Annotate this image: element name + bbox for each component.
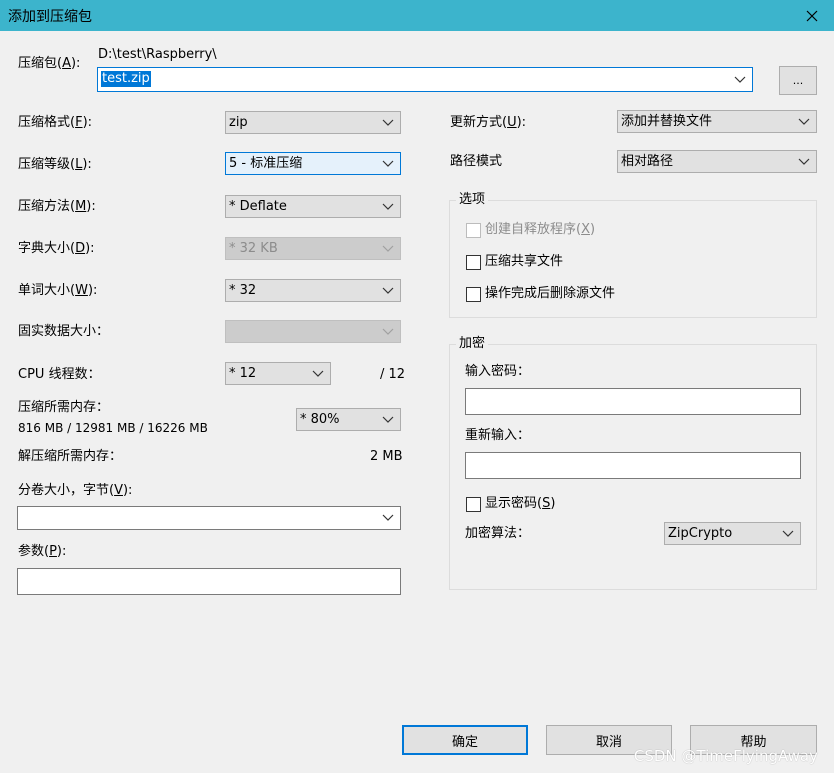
update-select[interactable]: 添加并替换文件 [617,110,817,133]
word-label: 单词大小(W): [18,283,98,298]
options-title: 选项 [456,192,489,208]
chevron-down-icon [798,158,810,165]
solid-label: 固实数据大小： [18,324,110,339]
password-label: 输入密码： [465,364,531,379]
sfx-label: 创建自释放程序(X) [485,222,596,237]
format-label: 压缩格式(F): [18,115,93,130]
format-value: zip [229,115,248,130]
chevron-down-icon [382,160,394,167]
volume-combo[interactable] [17,506,401,530]
chevron-down-icon [782,530,794,537]
dict-select: * 32 KB [225,237,401,260]
archive-label: 压缩包(A): [18,56,81,71]
decomp-value: 2 MB [370,449,403,464]
browse-label: ... [792,74,804,87]
browse-button[interactable]: ... [779,66,817,95]
chevron-down-icon [734,76,746,83]
chevron-down-icon [312,370,324,377]
level-select[interactable]: 5 - 标准压缩 [225,152,401,175]
level-label: 压缩等级(L): [18,157,92,172]
ok-button[interactable]: 确定 [402,725,528,755]
method-label: 压缩方法(M): [18,199,96,214]
encrypt-title: 加密 [456,336,489,352]
update-value: 添加并替换文件 [621,114,713,129]
encrypt-method-label: 加密算法： [465,526,531,541]
word-select[interactable]: * 32 [225,279,401,302]
chevron-down-icon [382,514,394,521]
threads-max: / 12 [380,367,406,382]
params-input[interactable] [17,568,401,595]
sfx-checkbox [466,223,481,238]
mem-value: * 80% [300,412,340,427]
mem-select[interactable]: * 80% [296,408,401,431]
mem-label: 压缩所需内存： [18,400,110,415]
password-input[interactable] [465,388,801,415]
title-bar: 添加到压缩包 [0,0,834,31]
close-icon [806,10,818,21]
update-label: 更新方式(U): [450,115,527,130]
ok-label: 确定 [451,734,478,750]
delete-label: 操作完成后删除源文件 [485,286,616,301]
archive-name-combo[interactable]: test.zip [97,67,753,92]
method-value: * Deflate [229,199,287,214]
threads-label: CPU 线程数： [18,367,101,382]
chevron-down-icon [382,287,394,294]
cancel-label: 取消 [595,734,622,750]
chevron-down-icon [382,119,394,126]
params-label: 参数(P): [18,544,67,559]
watermark: CSDN @TimeFlyingAway [633,747,818,765]
word-value: * 32 [229,283,257,298]
chevron-down-icon [382,416,394,423]
show-password-checkbox[interactable] [466,497,481,512]
delete-checkbox[interactable] [466,287,481,302]
chevron-down-icon [382,245,394,252]
pathmode-value: 相对路径 [621,154,674,169]
shared-checkbox[interactable] [466,255,481,270]
shared-label: 压缩共享文件 [485,254,564,269]
pathmode-label: 路径模式 [450,154,503,169]
encrypt-method-select[interactable]: ZipCrypto [664,522,801,545]
decomp-label: 解压缩所需内存： [18,449,123,464]
dict-value: * 32 KB [229,241,278,256]
archive-path: D:\test\Raspberry\ [98,47,217,62]
chevron-down-icon [382,203,394,210]
threads-select[interactable]: * 12 [225,362,331,385]
chevron-down-icon [382,328,394,335]
mem-detail: 816 MB / 12981 MB / 16226 MB [18,421,208,435]
encrypt-method-value: ZipCrypto [668,526,733,541]
dict-label: 字典大小(D): [18,241,95,256]
format-select[interactable]: zip [225,111,401,134]
solid-select [225,320,401,343]
password-confirm-input[interactable] [465,452,801,479]
method-select[interactable]: * Deflate [225,195,401,218]
window-title: 添加到压缩包 [8,9,92,25]
pathmode-select[interactable]: 相对路径 [617,150,817,173]
password-confirm-label: 重新输入： [465,428,531,443]
show-password-label: 显示密码(S) [485,496,556,511]
archive-name-value: test.zip [101,71,151,87]
threads-value: * 12 [229,366,257,381]
close-button[interactable] [790,0,834,31]
level-value: 5 - 标准压缩 [229,156,303,171]
volume-label: 分卷大小，字节(V): [18,483,133,498]
chevron-down-icon [798,118,810,125]
